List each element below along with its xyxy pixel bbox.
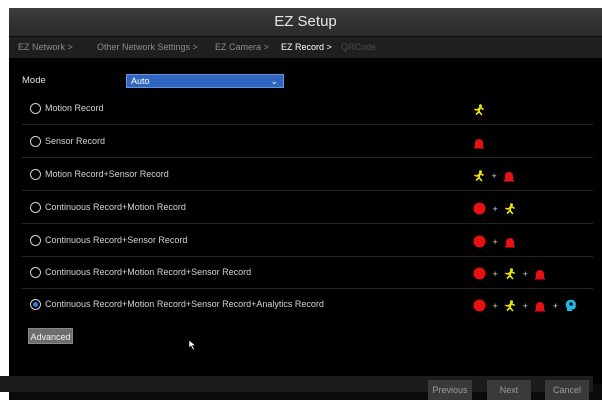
option-icons: + <box>473 167 515 183</box>
motion-icon <box>504 268 516 280</box>
option-icons <box>473 101 485 117</box>
plus-sign: + <box>522 300 528 311</box>
mode-label: Mode <box>22 75 46 86</box>
option-icons <box>473 134 485 150</box>
breadcrumb-ez-network[interactable]: EZ Network > <box>18 37 73 58</box>
option-sensor-record[interactable]: Sensor Record <box>22 134 593 150</box>
option-label: Continuous Record+Motion Record+Sensor R… <box>45 267 252 277</box>
advanced-button[interactable]: Advanced <box>28 328 73 344</box>
mode-select[interactable]: Auto ⌄ <box>126 74 284 88</box>
option-continuous-motion-record[interactable]: Continuous Record+Motion Record + <box>22 200 593 216</box>
option-icons: + <box>473 233 516 249</box>
window-title: EZ Setup <box>9 8 602 36</box>
breadcrumb-qrcode: QRCode <box>341 42 377 52</box>
next-button[interactable]: Next <box>487 380 531 400</box>
sensor-alarm-icon <box>504 236 516 248</box>
option-motion-record[interactable]: Motion Record <box>22 101 593 117</box>
previous-button[interactable]: Previous <box>428 380 472 400</box>
radio-continuous-motion-record[interactable] <box>30 202 41 213</box>
option-continuous-motion-sensor-record[interactable]: Continuous Record+Motion Record+Sensor R… <box>22 265 593 281</box>
radio-continuous-motion-sensor-record[interactable] <box>30 267 41 278</box>
divider <box>22 288 593 289</box>
continuous-record-icon <box>473 202 486 215</box>
option-label: Continuous Record+Motion Record+Sensor R… <box>45 299 324 309</box>
radio-continuous-motion-sensor-analytics-record[interactable] <box>30 299 41 310</box>
breadcrumb-ez-record[interactable]: EZ Record > <box>281 37 332 58</box>
option-label: Motion Record+Sensor Record <box>45 169 169 179</box>
motion-icon <box>473 170 485 182</box>
sensor-alarm-icon <box>534 300 546 312</box>
motion-icon <box>504 203 516 215</box>
mouse-cursor-icon <box>188 339 198 351</box>
option-motion-sensor-record[interactable]: Motion Record+Sensor Record + <box>22 167 593 183</box>
option-icons: + + + <box>473 297 577 313</box>
option-icons: + + <box>473 265 546 281</box>
continuous-record-icon <box>473 235 486 248</box>
radio-motion-record[interactable] <box>30 103 41 114</box>
radio-motion-sensor-record[interactable] <box>30 169 41 180</box>
breadcrumb-other-network-settings[interactable]: Other Network Settings > <box>97 37 198 58</box>
plus-sign: + <box>552 300 559 311</box>
mode-select-value: Auto <box>131 76 150 86</box>
continuous-record-icon <box>473 267 486 280</box>
option-icons: + <box>473 200 516 216</box>
plus-sign: + <box>492 236 498 247</box>
divider <box>22 223 593 224</box>
option-label: Motion Record <box>45 103 104 113</box>
plus-sign: + <box>492 203 498 214</box>
divider <box>22 124 593 125</box>
divider <box>22 190 593 191</box>
plus-sign: + <box>522 268 528 279</box>
option-continuous-motion-sensor-analytics-record[interactable]: Continuous Record+Motion Record+Sensor R… <box>22 297 593 313</box>
option-label: Sensor Record <box>45 136 106 146</box>
breadcrumb: EZ Network > Other Network Settings > EZ… <box>9 37 602 58</box>
radio-sensor-record[interactable] <box>30 136 41 147</box>
motion-icon <box>473 104 485 116</box>
sensor-alarm-icon <box>473 137 485 149</box>
breadcrumb-ez-camera[interactable]: EZ Camera > <box>215 37 269 58</box>
plus-sign: + <box>491 170 497 181</box>
radio-continuous-sensor-record[interactable] <box>30 235 41 246</box>
option-label: Continuous Record+Sensor Record <box>45 235 188 245</box>
continuous-record-icon <box>473 299 486 312</box>
sensor-alarm-icon <box>503 170 515 182</box>
analytics-head-icon <box>565 299 577 312</box>
divider <box>22 157 593 158</box>
plus-sign: + <box>492 268 498 279</box>
plus-sign: + <box>492 300 498 311</box>
chevron-down-icon: ⌄ <box>270 76 278 86</box>
sensor-alarm-icon <box>534 268 546 280</box>
divider <box>22 256 593 257</box>
cancel-button[interactable]: Cancel <box>545 380 589 400</box>
option-continuous-sensor-record[interactable]: Continuous Record+Sensor Record + <box>22 233 593 249</box>
motion-icon <box>504 300 516 312</box>
option-label: Continuous Record+Motion Record <box>45 202 186 212</box>
